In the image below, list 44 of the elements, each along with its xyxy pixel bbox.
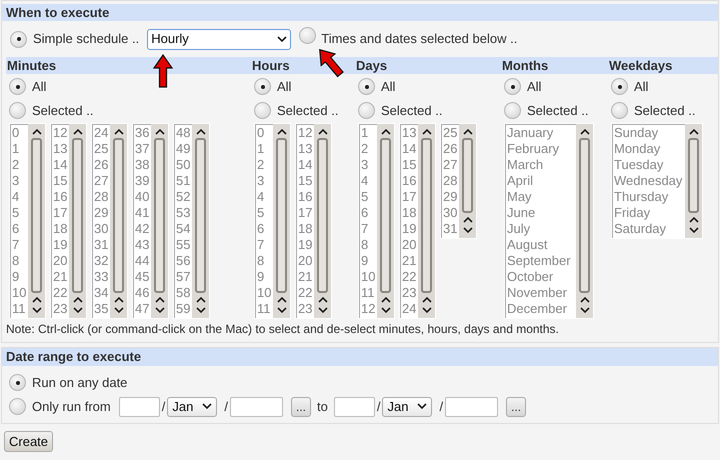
day-field[interactable] [118, 396, 160, 416]
option-label: Selected .. [277, 102, 338, 120]
column-heading: Minutes [6, 57, 251, 74]
column-heading: Months [501, 57, 608, 74]
date-separator: / [376, 398, 380, 416]
scroll-down-icon[interactable] [277, 36, 288, 42]
scroll-down-icon[interactable] [202, 403, 212, 410]
option-label: All [32, 78, 46, 96]
section-header: Date range to execute [2, 348, 718, 366]
note-text: Note: Ctrl-click (or command-click on the Mac) to select and de-select minutes, hours, days and months. [5, 321, 560, 338]
option-label: Selected .. [634, 102, 696, 120]
radio-button[interactable] [10, 30, 27, 48]
day-field[interactable] [334, 396, 375, 416]
option-label: All [381, 78, 396, 96]
option-label: Only run from [32, 398, 111, 416]
annotation-arrow [153, 54, 173, 88]
option-label: Run on any date [32, 374, 128, 392]
option-label: Simple schedule .. [33, 30, 140, 48]
schedule-select[interactable]: Hourly [147, 28, 292, 50]
date-separator: / [162, 398, 166, 416]
date-picker-button[interactable]: ... [291, 396, 311, 416]
radio-button[interactable] [299, 26, 316, 44]
year-field[interactable] [445, 396, 498, 416]
option-label: All [634, 78, 648, 96]
radio-button[interactable] [9, 374, 26, 392]
month-select[interactable]: Jan [382, 396, 432, 416]
section-header: When to execute [2, 4, 718, 21]
date-separator: / [439, 398, 444, 416]
column-heading: Days [355, 57, 501, 74]
option-label: All [277, 78, 292, 96]
create-button[interactable]: Create [4, 430, 54, 452]
date-picker-button[interactable]: ... [506, 396, 526, 416]
option-label: Selected .. [527, 102, 588, 120]
scroll-down-icon[interactable] [417, 403, 428, 410]
option-label: Times and dates selected below .. [321, 30, 518, 48]
month-select[interactable]: Jan [167, 396, 218, 416]
option-label: Selected .. [381, 102, 442, 120]
option-label: All [527, 78, 542, 96]
option-label: Selected .. [32, 102, 94, 120]
range-label: to [317, 398, 328, 416]
year-field[interactable] [230, 396, 283, 416]
column-heading: Weekdays [608, 57, 718, 74]
radio-button[interactable] [9, 398, 26, 415]
date-separator: / [224, 398, 228, 416]
